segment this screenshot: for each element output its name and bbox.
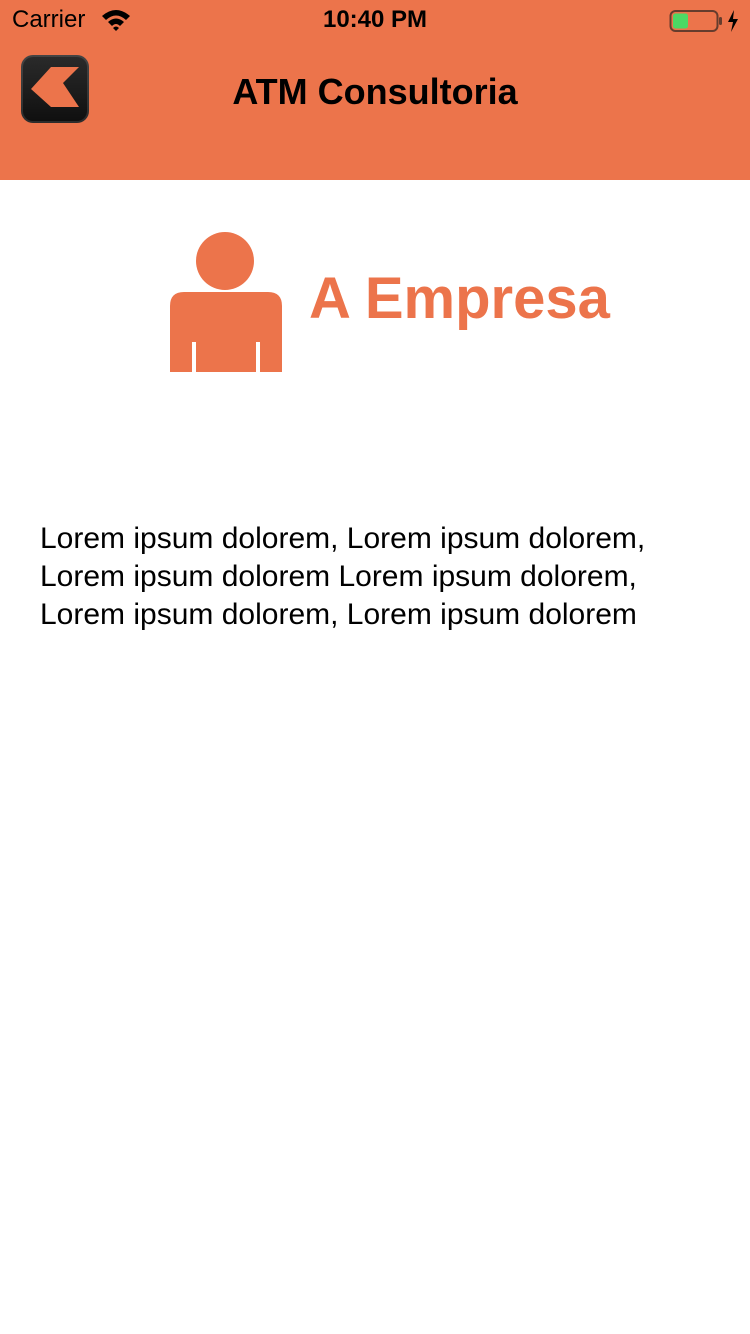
status-bar: Carrier 10:40 PM	[0, 0, 750, 40]
battery-icon	[669, 10, 722, 32]
status-time: 10:40 PM	[322, 6, 428, 33]
person-icon	[170, 232, 282, 372]
page-title: ATM Consultoria	[232, 71, 518, 112]
top-bar: Carrier 10:40 PM ATM Consultoria	[0, 0, 750, 180]
body-paragraph: Lorem ipsum dolorem, Lorem ipsum dolorem…	[40, 522, 646, 631]
charging-bolt-icon	[728, 10, 738, 32]
section-title: A Empresa	[309, 266, 610, 331]
